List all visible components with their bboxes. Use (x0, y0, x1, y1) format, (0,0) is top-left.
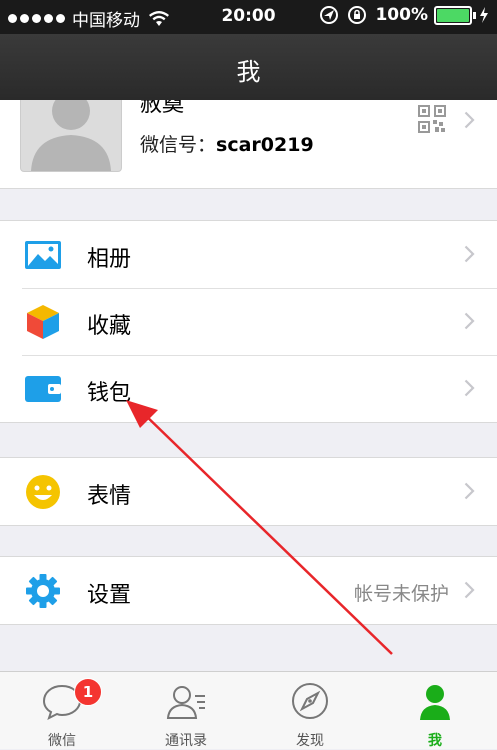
photo-album-icon (25, 241, 61, 269)
menu-label-wallet: 钱包 (87, 381, 132, 406)
person-icon (420, 685, 450, 720)
gear-icon (26, 574, 60, 608)
menu-group-1: 相册 收藏 钱包 (0, 220, 497, 423)
tab-label: 发现 (296, 733, 324, 749)
menu-item-album[interactable]: 相册 (0, 221, 497, 288)
default-avatar-icon (31, 100, 111, 171)
menu-item-settings[interactable]: 设置 帐号未保护 (0, 557, 497, 624)
battery-tip (473, 11, 476, 19)
menu-label-settings: 设置 (87, 583, 132, 608)
status-right: 100% (319, 5, 489, 25)
menu-group-2: 表情 (0, 457, 497, 526)
profile-card[interactable]: 赦奠 微信号：scar0219 (0, 100, 497, 189)
tab-bar: 1 微信 通讯录 发现 我 (0, 671, 497, 749)
account-protection-status: 帐号未保护 (353, 583, 449, 605)
menu-label-album: 相册 (87, 247, 132, 272)
wechat-id-row: 微信号：scar0219 (140, 130, 314, 157)
chevron-right-icon (464, 482, 475, 500)
menu-item-wallet[interactable]: 钱包 (0, 355, 497, 422)
status-bar: 中国移动 20:00 100% (0, 0, 497, 34)
charging-bolt-icon (480, 7, 488, 23)
page-title: 我 (236, 58, 261, 86)
navigation-bar: 我 (0, 34, 497, 100)
chevron-right-icon (464, 379, 475, 397)
menu-group-3: 设置 帐号未保护 (0, 556, 497, 625)
battery-icon (434, 5, 472, 25)
chevron-right-icon (464, 245, 475, 263)
menu-item-stickers[interactable]: 表情 (0, 458, 497, 525)
menu-label-stickers: 表情 (87, 484, 132, 509)
favorites-cube-icon (27, 305, 59, 339)
wechat-id-value: scar0219 (216, 134, 314, 156)
qr-code-icon[interactable] (418, 105, 446, 133)
tab-label: 通讯录 (165, 733, 207, 749)
rotation-lock-icon (348, 6, 367, 24)
chevron-right-icon (464, 312, 475, 330)
battery-percent: 100% (375, 5, 428, 25)
chevron-right-icon (464, 111, 475, 129)
tab-label: 我 (428, 733, 442, 749)
profile-nickname: 赦奠 (140, 100, 185, 117)
tab-label: 微信 (48, 733, 76, 749)
menu-label-favorites: 收藏 (87, 314, 132, 339)
unread-badge: 1 (74, 678, 102, 706)
tab-chats[interactable]: 1 微信 (0, 672, 124, 749)
wechat-id-label: 微信号： (140, 134, 217, 156)
chevron-right-icon (464, 581, 475, 599)
location-icon (320, 6, 339, 24)
smiley-icon (26, 475, 60, 509)
tab-contacts[interactable]: 通讯录 (124, 672, 248, 749)
wallet-icon (25, 376, 61, 402)
tab-discover[interactable]: 发现 (248, 672, 372, 749)
avatar[interactable] (20, 100, 122, 172)
contacts-icon (166, 686, 205, 719)
battery-fill (437, 8, 469, 22)
tab-me[interactable]: 我 (373, 672, 497, 749)
compass-icon (292, 683, 328, 719)
menu-item-favorites[interactable]: 收藏 (0, 288, 497, 355)
